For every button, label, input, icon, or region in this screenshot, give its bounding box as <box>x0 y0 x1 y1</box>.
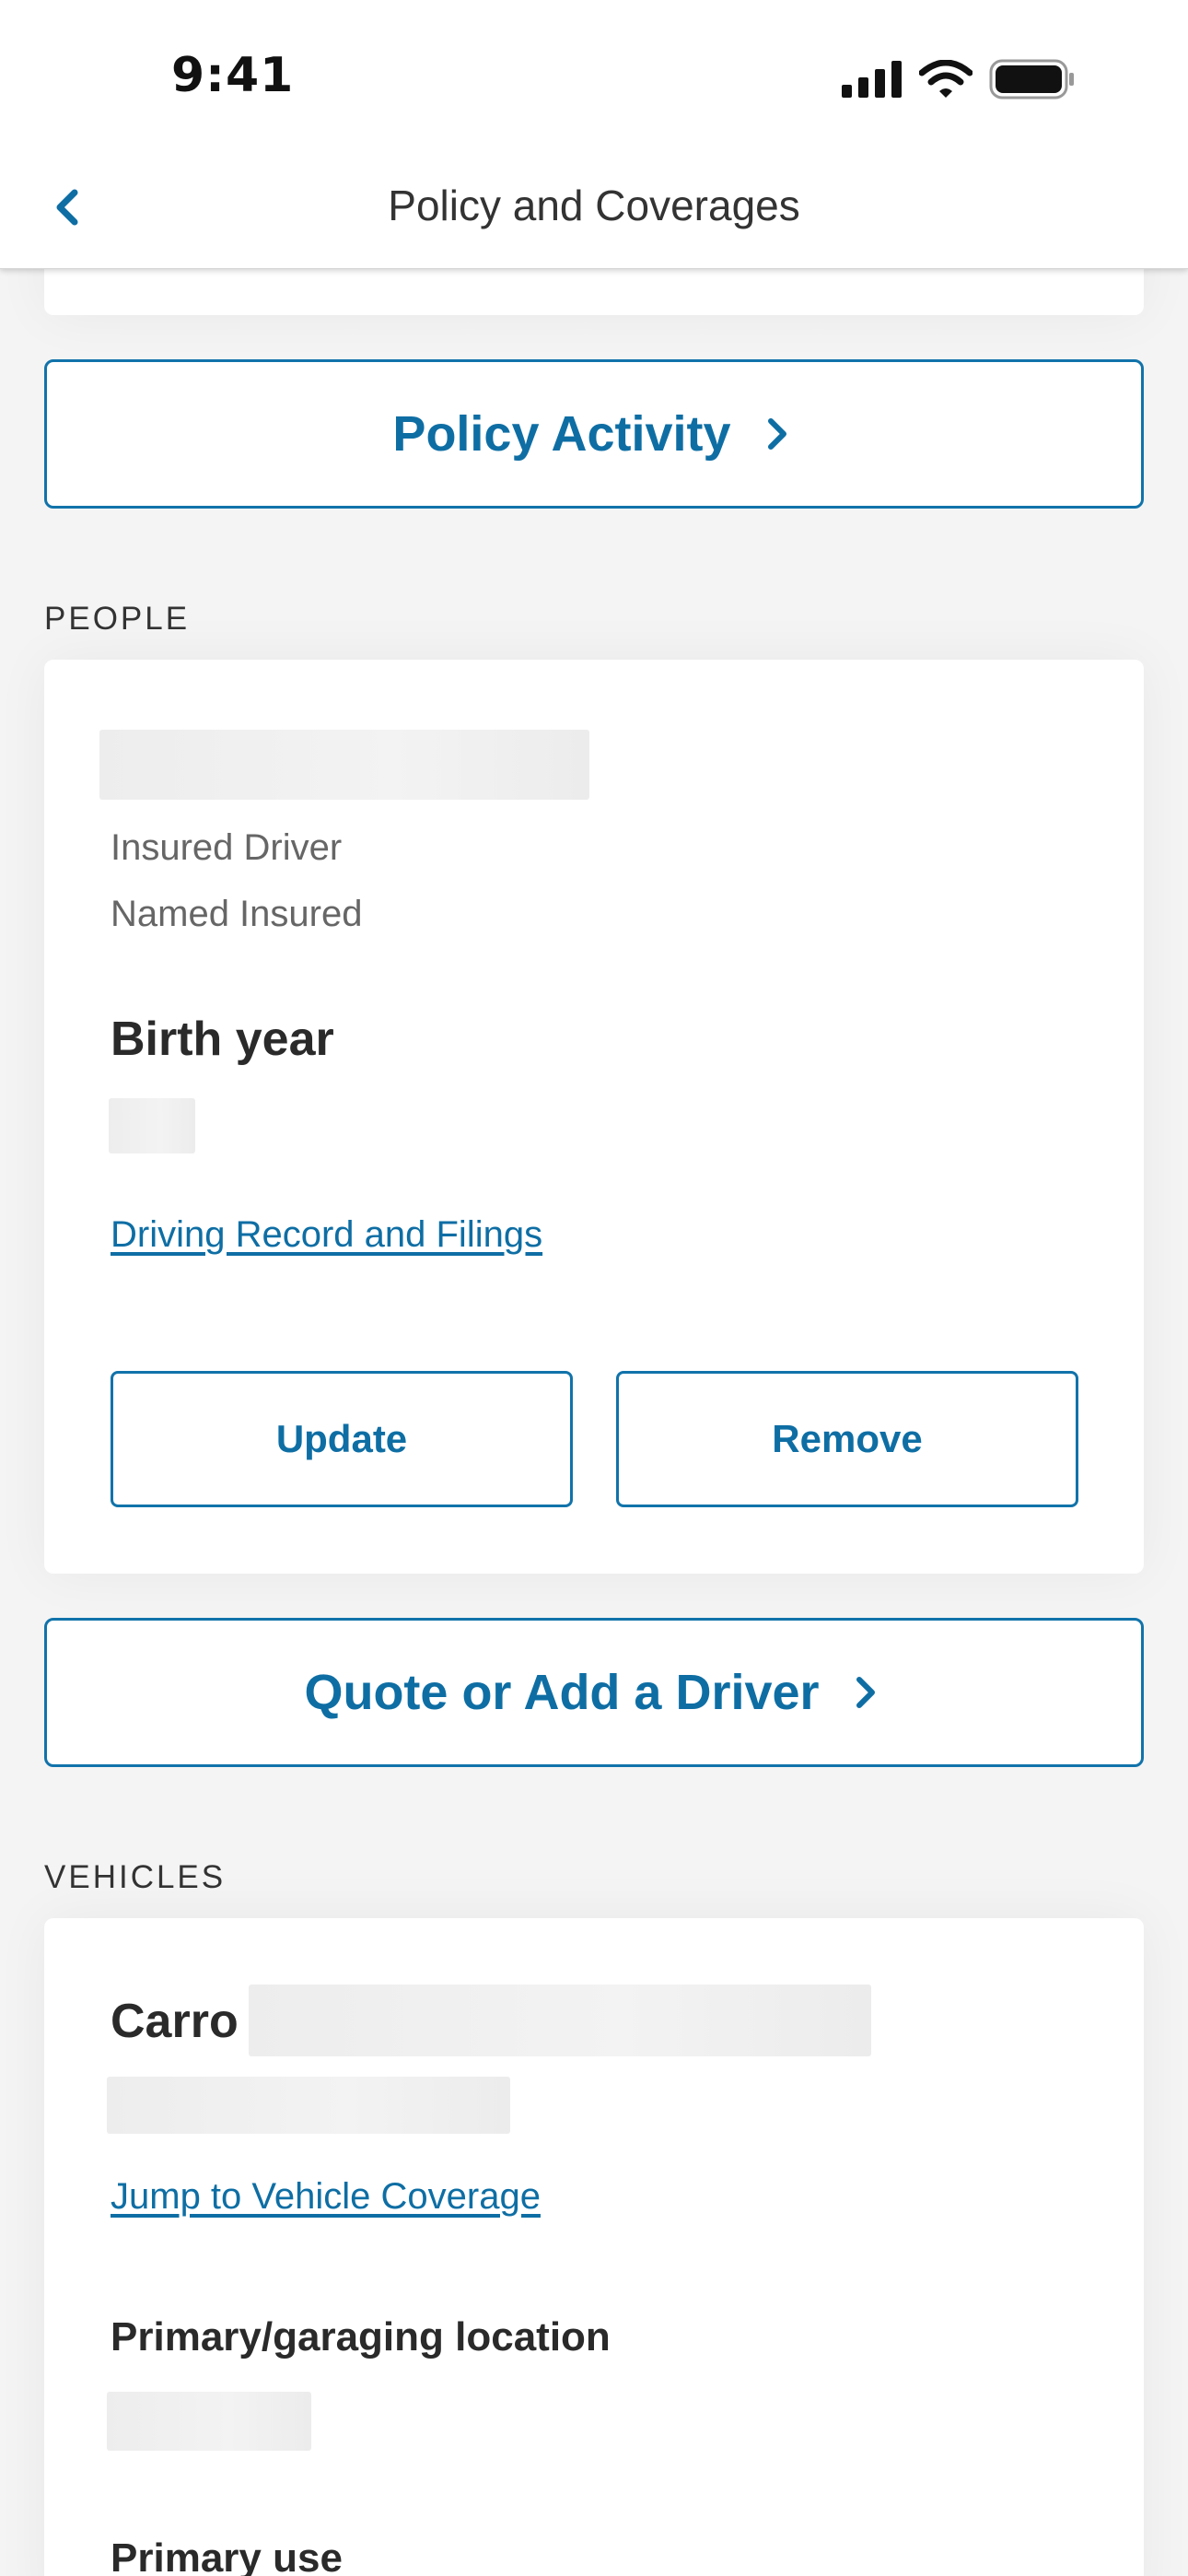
remove-button-label: Remove <box>772 1417 923 1460</box>
redacted-garaging-location <box>107 2392 311 2451</box>
quote-add-driver-label: Quote or Add a Driver <box>304 1665 820 1720</box>
status-time: 9:41 <box>171 48 295 103</box>
redacted-vehicle-details <box>107 2077 510 2134</box>
jump-to-vehicle-coverage-link[interactable]: Jump to Vehicle Coverage <box>111 2176 541 2218</box>
redacted-birth-year <box>109 1098 195 1153</box>
redacted-vehicle-name <box>249 1985 871 2056</box>
page-title: Policy and Coverages <box>388 181 800 229</box>
cellular-signal-icon <box>842 61 902 98</box>
scroll-content[interactable]: Policy Activity PEOPLE Insured Driver Na… <box>0 0 1188 2576</box>
primary-use-label: Primary use <box>111 2535 343 2576</box>
vehicles-section-label: VEHICLES <box>44 1859 227 1895</box>
chevron-right-icon <box>856 1677 875 1708</box>
redacted-person-name <box>99 730 589 800</box>
birth-year-label: Birth year <box>111 1013 334 1066</box>
person-role-insured-driver: Insured Driver <box>111 827 343 868</box>
quote-add-driver-button[interactable]: Quote or Add a Driver <box>44 1618 1144 1767</box>
person-role-named-insured: Named Insured <box>111 894 363 934</box>
top-bar: 9:41 Policy and Coverages <box>0 0 1188 269</box>
screen: Policy Activity PEOPLE Insured Driver Na… <box>0 0 1188 2576</box>
status-icons <box>842 57 1076 101</box>
battery-icon <box>989 59 1074 100</box>
policy-activity-label: Policy Activity <box>392 406 731 462</box>
wifi-icon <box>919 60 973 98</box>
update-person-button[interactable]: Update <box>111 1371 573 1507</box>
people-section-label: PEOPLE <box>44 601 191 637</box>
driving-record-link[interactable]: Driving Record and Filings <box>111 1214 542 1256</box>
vehicle-name-prefix: Carro <box>111 1995 239 2048</box>
garaging-location-label: Primary/garaging location <box>111 2314 611 2359</box>
chevron-right-icon <box>767 418 786 450</box>
update-button-label: Update <box>275 1417 408 1460</box>
policy-activity-button[interactable]: Policy Activity <box>44 359 1144 509</box>
remove-person-button[interactable]: Remove <box>616 1371 1078 1507</box>
